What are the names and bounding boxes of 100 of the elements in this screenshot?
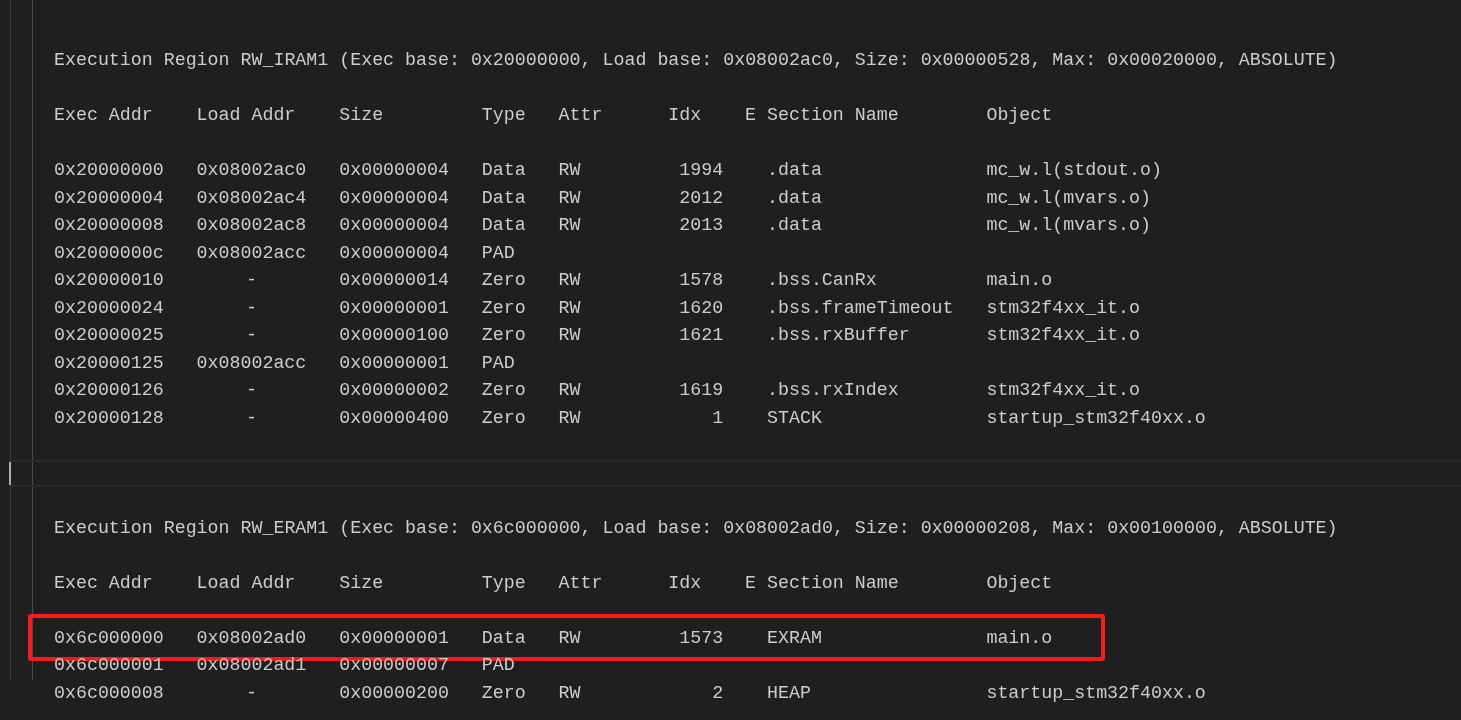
section-name: .bss.CanRx [767, 270, 877, 291]
region-title: Execution Region RW_IRAM1 (Exec base: 0x20000000, Load base: 0x08002ac0, Size: 0x00000528, Max: 0x00020000, ABSOLUTE) [54, 49, 1338, 73]
size-value: 0x00000004 [339, 187, 449, 208]
column-header: Attr [558, 105, 603, 126]
column-header: Idx [668, 572, 702, 593]
exec-address: 0x20000125 [54, 352, 164, 373]
index-value: 2012 [679, 187, 724, 208]
object-name: stm32f4xx_it.o [986, 297, 1140, 318]
attr-value: RW [558, 682, 581, 703]
region-title: Execution Region RW_ERAM1 (Exec base: 0x6c000000, Load base: 0x08002ad0, Size: 0x00000208, Max: 0x00100000, ABSOLUTE) [54, 516, 1338, 540]
attr-value: RW [558, 407, 581, 428]
index-value: 1619 [679, 380, 724, 401]
object-name: stm32f4xx_it.o [986, 380, 1140, 401]
type-value: Zero [481, 682, 526, 703]
column-header: Object [986, 105, 1053, 126]
exec-address: 0x2000000c [54, 242, 164, 263]
exec-address: 0x20000004 [54, 187, 164, 208]
load-address: 0x08002acc [196, 352, 307, 373]
index-value: 1994 [679, 160, 724, 181]
exec-address: 0x20000010 [54, 270, 164, 291]
column-header: Load Addr [196, 105, 296, 126]
index-value: 1620 [679, 297, 724, 318]
exec-address: 0x6c000000 [54, 627, 164, 648]
attr-value: RW [558, 160, 581, 181]
section-name: .bss.rxBuffer [767, 325, 910, 346]
exec-address: 0x20000008 [54, 215, 164, 236]
object-name: stm32f4xx_it.o [986, 325, 1140, 346]
size-value: 0x00000002 [339, 380, 449, 401]
exec-address: 0x20000126 [54, 380, 164, 401]
section-name: EXRAM [767, 627, 822, 648]
type-value: Zero [481, 297, 526, 318]
size-value: 0x00000001 [339, 297, 449, 318]
type-value: PAD [481, 655, 515, 676]
index-value: 1578 [679, 270, 724, 291]
size-value: 0x00000100 [339, 325, 449, 346]
index-value: 1 [712, 407, 724, 428]
object-name: main.o [986, 627, 1053, 648]
size-value: 0x00000007 [339, 655, 449, 676]
column-header: Section Name [767, 105, 899, 126]
attr-value: RW [558, 270, 581, 291]
type-value: Zero [481, 380, 526, 401]
column-header: Idx [668, 105, 702, 126]
section-name: .data [767, 187, 822, 208]
type-value: Data [481, 187, 526, 208]
section-name: .bss.frameTimeout [767, 297, 954, 318]
section-name: .data [767, 160, 822, 181]
object-name: startup_stm32f40xx.o [986, 407, 1206, 428]
load-address: - [245, 682, 257, 703]
attr-value: RW [558, 297, 581, 318]
size-value: 0x00000200 [339, 682, 449, 703]
attr-value: RW [558, 325, 581, 346]
object-name: mc_w.l(mvars.o) [986, 215, 1151, 236]
size-value: 0x00000004 [339, 242, 449, 263]
load-address: - [245, 297, 257, 318]
section-name: .bss.rxIndex [767, 380, 899, 401]
size-value: 0x00000014 [339, 270, 449, 291]
load-address: 0x08002ad0 [196, 627, 307, 648]
section-name: .data [767, 215, 822, 236]
attr-value: RW [558, 627, 581, 648]
object-name: mc_w.l(mvars.o) [986, 187, 1151, 208]
size-value: 0x00000004 [339, 160, 449, 181]
size-value: 0x00000001 [339, 627, 449, 648]
column-header: Type [481, 572, 526, 593]
exec-address: 0x6c000008 [54, 682, 164, 703]
load-address: - [245, 325, 257, 346]
exec-address: 0x20000000 [54, 160, 164, 181]
type-value: Zero [481, 270, 526, 291]
load-address: 0x08002ad1 [196, 655, 307, 676]
attr-value: RW [558, 215, 581, 236]
attr-value: RW [558, 187, 581, 208]
column-header: Attr [558, 572, 603, 593]
type-value: Data [481, 215, 526, 236]
column-header: Object [986, 572, 1053, 593]
section-name: STACK [767, 407, 822, 428]
object-name: mc_w.l(stdout.o) [986, 160, 1162, 181]
index-value: 2013 [679, 215, 724, 236]
load-address: 0x08002ac0 [196, 160, 307, 181]
exec-address: 0x20000128 [54, 407, 164, 428]
type-value: PAD [481, 352, 515, 373]
size-value: 0x00000001 [339, 352, 449, 373]
exec-address: 0x20000024 [54, 297, 164, 318]
index-value: 2 [712, 682, 724, 703]
section-name: HEAP [767, 682, 811, 703]
load-address: - [245, 380, 257, 401]
load-address: - [245, 270, 257, 291]
object-name: main.o [986, 270, 1053, 291]
type-value: Zero [481, 325, 526, 346]
column-header: E [745, 572, 757, 593]
type-value: Zero [481, 407, 526, 428]
size-value: 0x00000004 [339, 215, 449, 236]
attr-value: RW [558, 380, 581, 401]
object-name: startup_stm32f40xx.o [986, 682, 1206, 703]
index-value: 1621 [679, 325, 724, 346]
index-value: 1573 [679, 627, 724, 648]
load-address: 0x08002acc [196, 242, 307, 263]
type-value: Data [481, 627, 526, 648]
exec-address: 0x20000025 [54, 325, 164, 346]
load-address: 0x08002ac8 [196, 215, 307, 236]
column-header: Exec Addr [54, 572, 153, 593]
load-address: 0x08002ac4 [196, 187, 307, 208]
